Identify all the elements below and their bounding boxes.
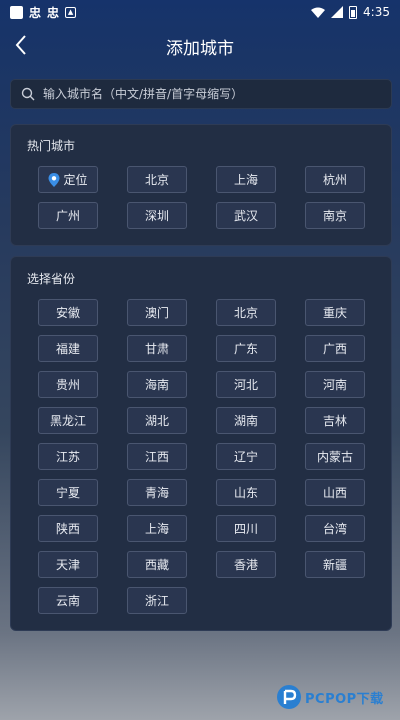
province-chip[interactable]: 台湾 — [305, 515, 365, 542]
province-chip[interactable]: 河南 — [305, 371, 365, 398]
province-chip[interactable]: 北京 — [216, 299, 276, 326]
province-chip[interactable]: 湖北 — [127, 407, 187, 434]
chip-label: 定位 — [63, 173, 88, 187]
province-chip[interactable]: 山西 — [305, 479, 365, 506]
province-chip[interactable]: 香港 — [216, 551, 276, 578]
province-chip[interactable]: 江西 — [127, 443, 187, 470]
province-chip[interactable]: 山东 — [216, 479, 276, 506]
hot-cities-title: 热门城市 — [27, 139, 76, 153]
province-chip[interactable]: 广东 — [216, 335, 276, 362]
city-chip[interactable]: 南京 — [305, 202, 365, 229]
status-bar: 忠 忠 ▲ 4:35 — [0, 0, 400, 24]
province-chip[interactable]: 重庆 — [305, 299, 365, 326]
province-chip[interactable]: 宁夏 — [38, 479, 98, 506]
city-chip[interactable]: 杭州 — [305, 166, 365, 193]
hot-cities-panel: 热门城市 定位 北京 上海 杭州 广州 深圳 武汉 南京 — [10, 124, 392, 246]
app-notification-icon — [10, 5, 23, 19]
province-chip[interactable]: 海南 — [127, 371, 187, 398]
province-chip[interactable]: 四川 — [216, 515, 276, 542]
photo-icon: ▲ — [65, 6, 77, 18]
province-chip[interactable]: 云南 — [38, 587, 98, 614]
province-chip[interactable]: 天津 — [38, 551, 98, 578]
province-chip[interactable]: 辽宁 — [216, 443, 276, 470]
status-right: 4:35 — [311, 5, 390, 19]
status-time: 4:35 — [363, 5, 390, 19]
header: 添加城市 — [0, 26, 400, 64]
province-chip[interactable]: 广西 — [305, 335, 365, 362]
page-title: 添加城市 — [166, 39, 234, 59]
wifi-icon — [311, 7, 326, 18]
province-chip[interactable]: 福建 — [38, 335, 98, 362]
provinces-panel: 选择省份 安徽 澳门 北京 重庆 福建 甘肃 广东 广西 贵州 海南 河北 河南… — [10, 256, 392, 631]
watermark: PCPOP下载 — [276, 684, 384, 710]
province-chip[interactable]: 浙江 — [127, 587, 187, 614]
notification-icon: 忠 — [47, 5, 60, 20]
search-icon — [21, 87, 35, 101]
province-chip[interactable]: 西藏 — [127, 551, 187, 578]
province-chip[interactable]: 澳门 — [127, 299, 187, 326]
search-bar[interactable] — [10, 79, 392, 109]
province-chip[interactable]: 黑龙江 — [38, 407, 98, 434]
province-chip[interactable]: 新疆 — [305, 551, 365, 578]
province-chip[interactable]: 甘肃 — [127, 335, 187, 362]
location-pin-icon — [48, 172, 60, 187]
city-chip[interactable]: 广州 — [38, 202, 98, 229]
provinces-title: 选择省份 — [27, 272, 76, 286]
province-chip[interactable]: 陕西 — [38, 515, 98, 542]
battery-icon — [349, 5, 358, 19]
watermark-text: PCPOP下载 — [305, 691, 384, 707]
city-chip[interactable]: 北京 — [127, 166, 187, 193]
province-chip[interactable]: 安徽 — [38, 299, 98, 326]
province-chip[interactable]: 河北 — [216, 371, 276, 398]
pcpop-logo-icon — [277, 685, 301, 709]
notification-icon: 忠 — [29, 5, 42, 20]
province-chip[interactable]: 内蒙古 — [305, 443, 365, 470]
province-chip[interactable]: 吉林 — [305, 407, 365, 434]
province-chip[interactable]: 上海 — [127, 515, 187, 542]
status-left: 忠 忠 ▲ — [10, 4, 77, 21]
province-chip[interactable]: 青海 — [127, 479, 187, 506]
city-chip[interactable]: 武汉 — [216, 202, 276, 229]
province-chip[interactable]: 江苏 — [38, 443, 98, 470]
chip-locate[interactable]: 定位 — [38, 166, 98, 193]
signal-icon — [331, 6, 344, 18]
province-chip[interactable]: 湖南 — [216, 407, 276, 434]
city-chip[interactable]: 深圳 — [127, 202, 187, 229]
city-chip[interactable]: 上海 — [216, 166, 276, 193]
search-input[interactable] — [43, 87, 383, 101]
province-chip[interactable]: 贵州 — [38, 371, 98, 398]
